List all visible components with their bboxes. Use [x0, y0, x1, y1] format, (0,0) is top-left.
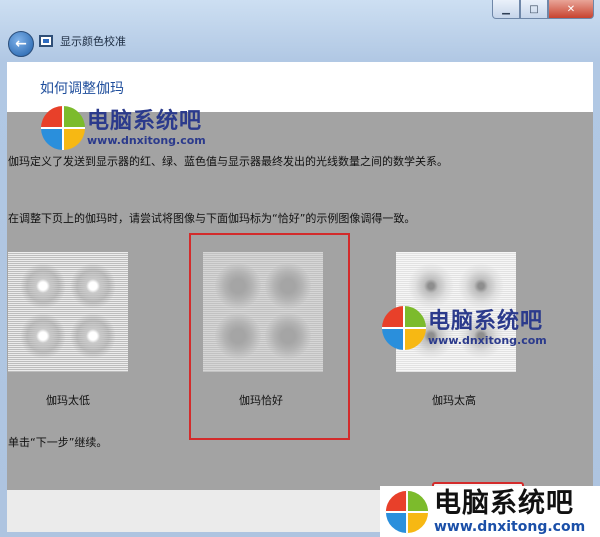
gamma-too-low-image — [8, 252, 128, 372]
description-text: 伽玛定义了发送到显示器的红、绿、蓝色值与显示器最终发出的光线数量之间的数学关系。 — [8, 155, 448, 168]
watermark-url: www.dnxitong.com — [428, 333, 547, 347]
watermark-name: 电脑系统吧 — [87, 108, 203, 134]
minimize-button[interactable]: ▁ — [492, 0, 520, 19]
wizard-content: 如何调整伽玛 伽玛定义了发送到显示器的红、绿、蓝色值与显示器最终发出的光线数量之… — [7, 62, 593, 532]
highlight-box — [189, 233, 350, 440]
windows-logo-icon — [382, 306, 426, 350]
watermark-url: www.dnxitong.com — [87, 133, 206, 147]
windows-logo-icon — [385, 490, 429, 533]
watermark-logo-corner: 电脑系统吧 www.dnxitong.com — [380, 486, 600, 537]
window-title: 显示颜色校准 — [60, 35, 126, 48]
maximize-button[interactable]: □ — [520, 0, 548, 19]
continue-text: 单击“下一步”继续。 — [8, 436, 108, 449]
watermark-logo-center: 电脑系统吧 www.dnxitong.com — [380, 304, 547, 352]
display-calibration-icon — [39, 35, 53, 47]
watermark-name: 电脑系统吧 — [428, 308, 544, 334]
gamma-too-low-label: 伽玛太低 — [46, 394, 90, 407]
minimize-icon: ▁ — [502, 3, 510, 15]
windows-logo-icon — [41, 106, 85, 150]
gamma-too-high-label: 伽玛太高 — [432, 394, 476, 407]
watermark-logo: 电脑系统吧 www.dnxitong.com — [39, 104, 206, 152]
close-icon: ✕ — [566, 3, 576, 15]
window-controls: ▁ □ ✕ — [492, 0, 594, 19]
close-button[interactable]: ✕ — [548, 0, 594, 19]
instruction-text: 在调整下页上的伽玛时，请尝试将图像与下面伽玛标为“恰好”的示例图像调得一致。 — [8, 212, 416, 225]
back-arrow-icon: ← — [15, 36, 27, 52]
watermark-name: 电脑系统吧 — [434, 487, 574, 519]
watermark-url: www.dnxitong.com — [434, 518, 586, 535]
maximize-icon: □ — [529, 3, 539, 15]
back-button[interactable]: ← — [8, 31, 34, 57]
page-heading: 如何调整伽玛 — [40, 81, 124, 97]
